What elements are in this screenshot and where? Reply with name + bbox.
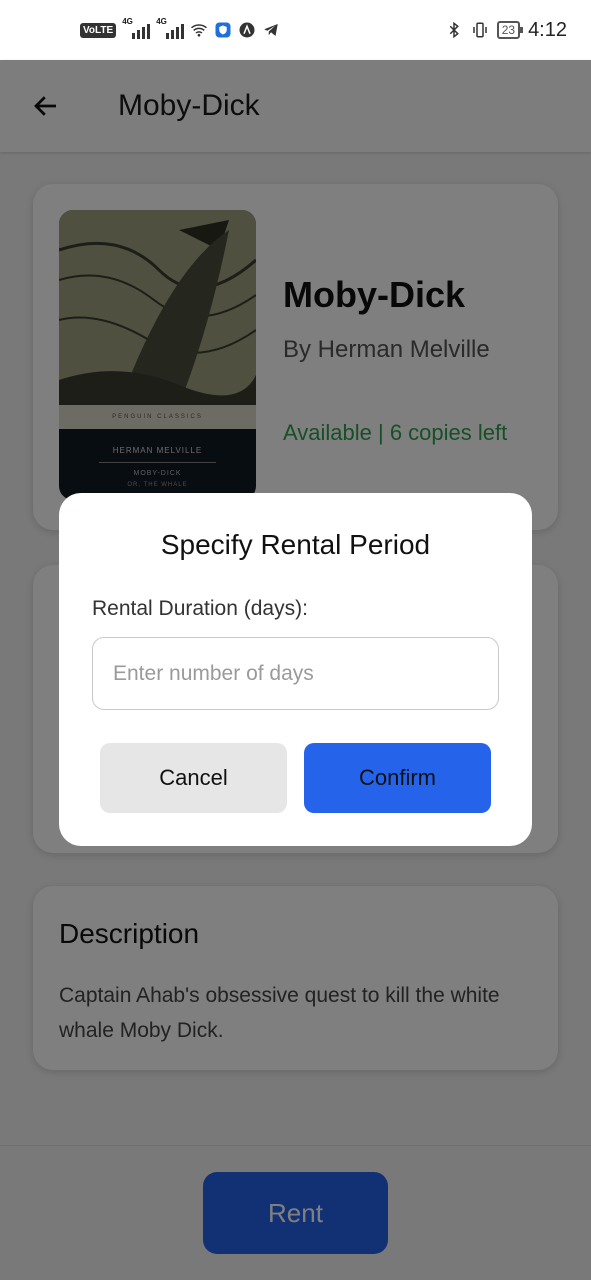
volte-icon: VoLTE <box>80 22 117 38</box>
status-left: VoLTE 4G 4G <box>80 17 280 39</box>
vibrate-icon <box>472 22 487 38</box>
bluetooth-icon <box>449 21 459 39</box>
status-bar: VoLTE 4G 4G 23 4:12 <box>0 0 591 60</box>
cancel-button[interactable]: Cancel <box>100 743 287 813</box>
battery-icon: 23 <box>496 21 524 39</box>
status-right: 23 4:12 <box>445 19 567 42</box>
telegram-icon <box>264 24 278 36</box>
vpn-shield-icon <box>215 22 231 38</box>
dialog-title: Specify Rental Period <box>160 529 431 560</box>
clock: 4:12 <box>528 18 567 41</box>
rental-days-input[interactable] <box>92 637 499 710</box>
app-a-icon <box>239 22 255 38</box>
wifi-icon <box>191 24 208 37</box>
network-type-label: 4G <box>156 17 167 26</box>
rental-duration-label: Rental Duration (days): <box>92 597 308 620</box>
signal-icon: 4G <box>122 17 151 39</box>
signal-icon: 4G <box>156 17 185 39</box>
rental-period-dialog: Specify Rental Period Rental Duration (d… <box>59 493 532 846</box>
network-type-label: 4G <box>122 17 133 26</box>
confirm-button[interactable]: Confirm <box>304 743 491 813</box>
